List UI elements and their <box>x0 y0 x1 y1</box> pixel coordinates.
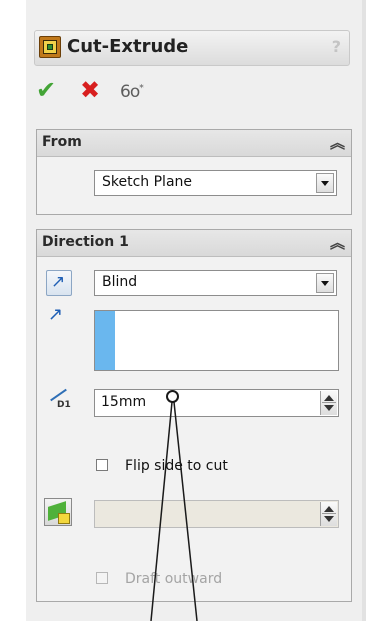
leader-line-right <box>173 401 198 621</box>
callout-leader-lines <box>150 401 198 621</box>
leader-line-left <box>150 401 173 621</box>
callout-circle <box>166 390 179 403</box>
